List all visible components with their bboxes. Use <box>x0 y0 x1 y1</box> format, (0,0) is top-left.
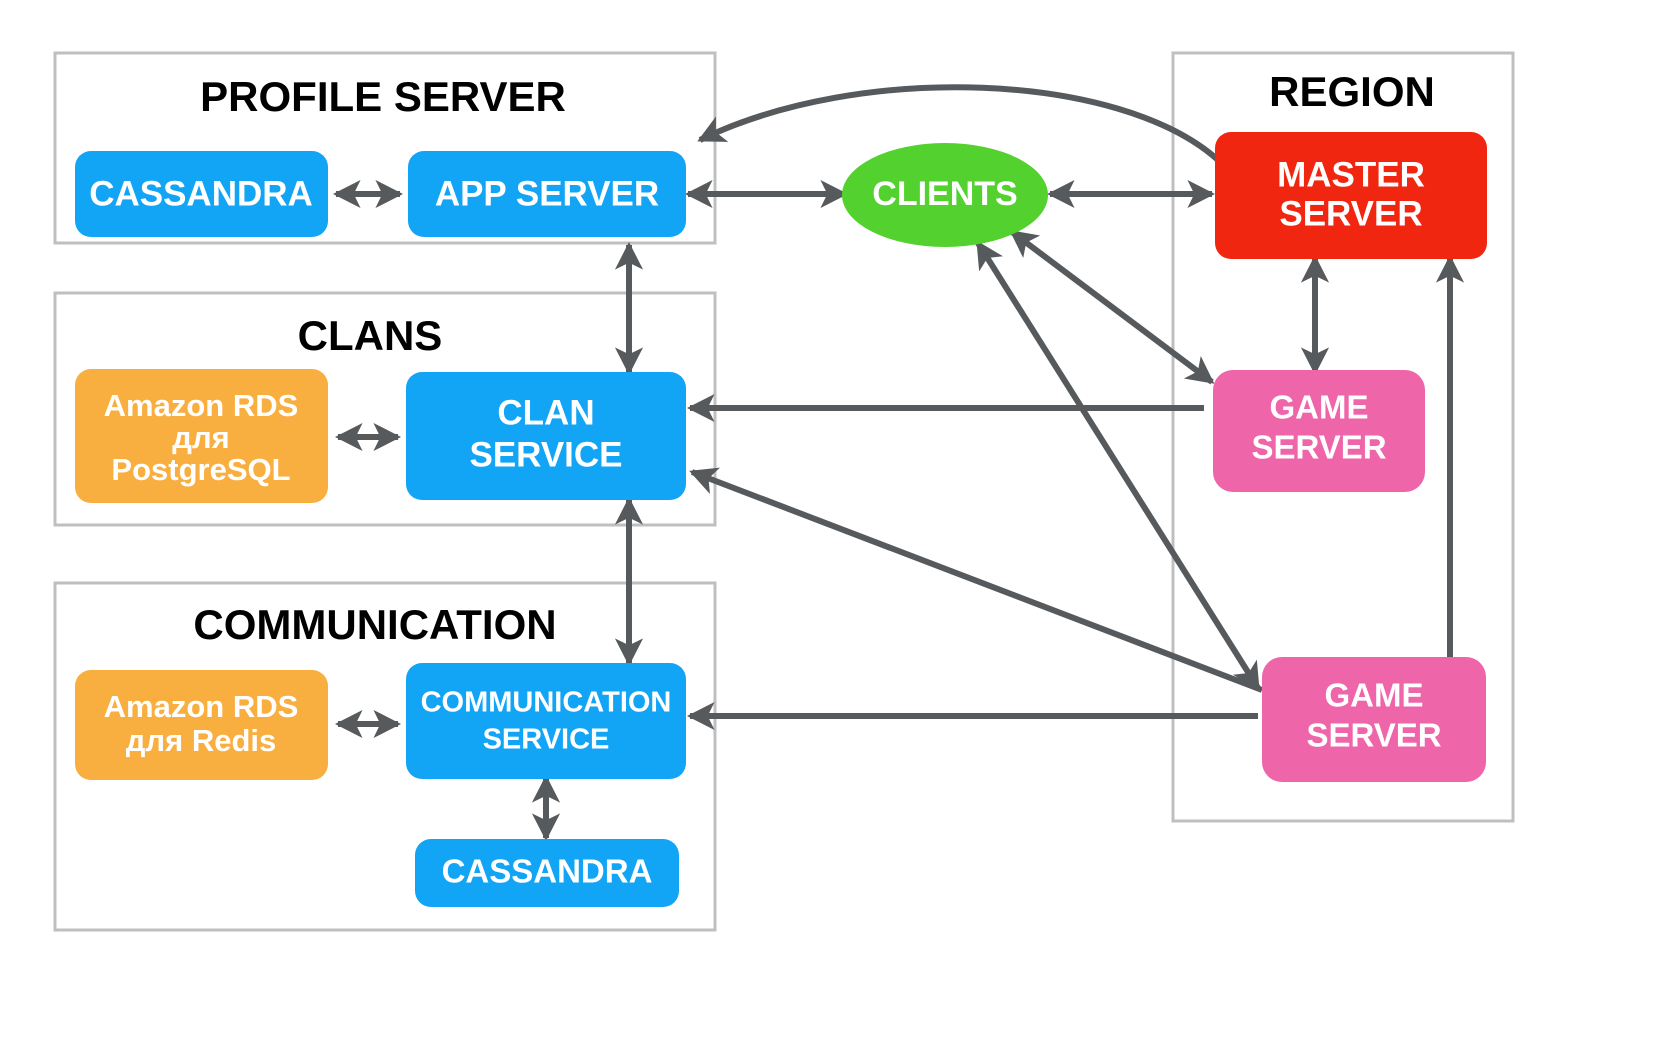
node-amazon-rds-postgresql-label-line1: Amazon RDS <box>104 388 299 423</box>
node-game-server-top-label-line2: SERVER <box>1251 429 1386 466</box>
node-app-server[interactable]: APP SERVER <box>408 151 686 237</box>
node-communication-service[interactable]: COMMUNICATION SERVICE <box>406 663 686 779</box>
node-master-server[interactable]: MASTER SERVER <box>1215 132 1487 259</box>
node-game-server-bottom-label-line1: GAME <box>1325 677 1424 714</box>
node-game-server-top[interactable]: GAME SERVER <box>1213 370 1425 492</box>
group-title-profile-server: PROFILE SERVER <box>200 73 566 120</box>
node-communication-service-label-line2: SERVICE <box>483 724 610 756</box>
connection-clients-game-server-top <box>1009 229 1215 385</box>
node-master-server-label-line1: MASTER <box>1277 155 1425 194</box>
architecture-diagram: PROFILE SERVER CLANS COMMUNICATION REGIO… <box>0 0 1680 1050</box>
node-amazon-rds-redis[interactable]: Amazon RDS для Redis <box>75 670 328 780</box>
node-game-server-bottom-label-line2: SERVER <box>1306 717 1441 754</box>
connection-game-server-bottom-clan-service <box>689 467 1264 693</box>
node-amazon-rds-postgresql-label-line3: PostgreSQL <box>111 452 290 487</box>
node-clan-service[interactable]: CLAN SERVICE <box>406 372 686 500</box>
node-master-server-label-line2: SERVER <box>1279 194 1422 233</box>
node-amazon-rds-redis-label-line2: для Redis <box>126 723 277 758</box>
node-clients[interactable]: CLIENTS <box>842 143 1048 247</box>
node-cassandra-profile-label: CASSANDRA <box>89 174 313 213</box>
node-cassandra-comm-label: CASSANDRA <box>442 853 653 890</box>
nodes: CASSANDRA APP SERVER Amazon RDS для Post… <box>75 132 1487 907</box>
node-clients-label: CLIENTS <box>872 175 1017 213</box>
node-clan-service-label-line1: CLAN <box>497 393 594 432</box>
node-amazon-rds-postgresql-label-line2: для <box>172 420 229 455</box>
node-amazon-rds-redis-label-line1: Amazon RDS <box>104 689 299 724</box>
node-cassandra-profile[interactable]: CASSANDRA <box>75 151 328 237</box>
node-clan-service-label-line2: SERVICE <box>469 435 622 474</box>
node-app-server-label: APP SERVER <box>435 174 659 213</box>
group-title-region: REGION <box>1269 68 1435 115</box>
node-game-server-bottom[interactable]: GAME SERVER <box>1262 657 1486 782</box>
group-title-clans: CLANS <box>298 312 443 359</box>
node-game-server-top-label-line1: GAME <box>1270 389 1369 426</box>
node-cassandra-comm[interactable]: CASSANDRA <box>415 839 679 907</box>
node-amazon-rds-postgresql[interactable]: Amazon RDS для PostgreSQL <box>75 369 328 503</box>
diagram-canvas: PROFILE SERVER CLANS COMMUNICATION REGIO… <box>53 51 1515 932</box>
node-communication-service-label-line1: COMMUNICATION <box>421 687 672 719</box>
group-title-communication: COMMUNICATION <box>193 601 556 648</box>
